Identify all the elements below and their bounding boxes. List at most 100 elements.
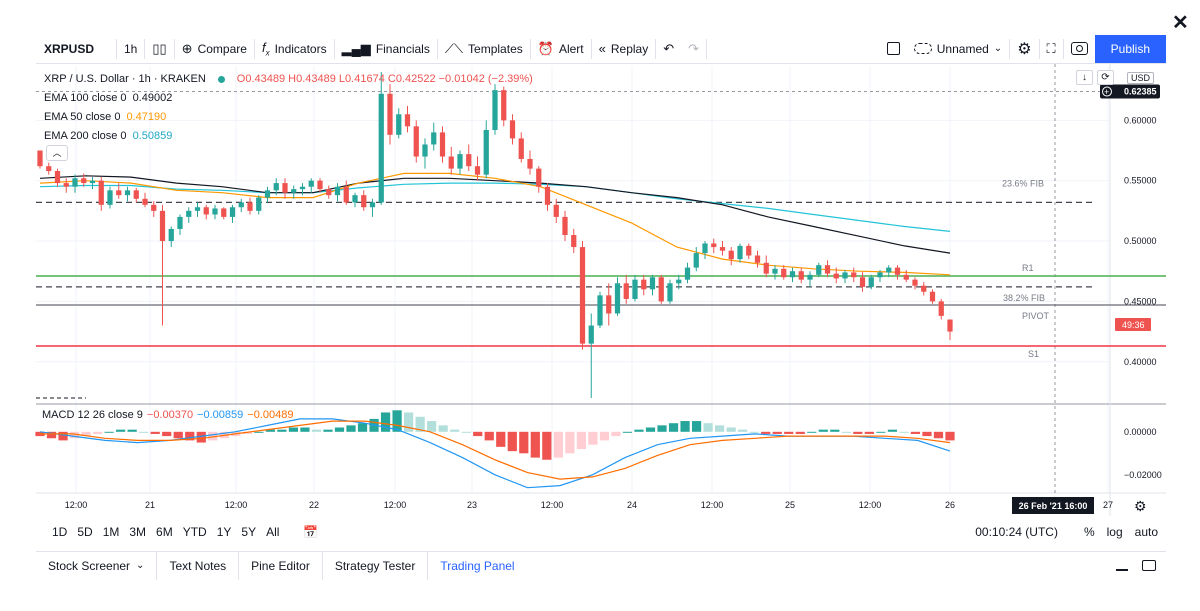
candle-body (264, 190, 271, 198)
market-open-indicator (217, 76, 225, 83)
range-bar: 1D 5D 1M 3M 6M YTD 1Y 5Y All 📅 00:10:24 … (36, 518, 1166, 546)
candle-body (754, 255, 761, 263)
candle-body (159, 210, 166, 242)
candle-body (536, 168, 542, 187)
range-3m[interactable]: 3M (125, 525, 150, 539)
candle-body (833, 273, 839, 279)
utc-clock[interactable]: 00:10:24 (UTC) (975, 525, 1058, 539)
log-toggle[interactable]: log (1107, 525, 1123, 539)
macd-histogram-bar (622, 431, 633, 433)
range-ytd[interactable]: YTD (179, 525, 211, 539)
range-all[interactable]: All (262, 525, 283, 539)
macd-histogram-bar (784, 431, 794, 434)
macd-histogram-bar (772, 431, 782, 434)
candle-body (54, 171, 61, 184)
tab-trading-panel[interactable]: Trading Panel (428, 552, 526, 580)
macd-histogram-bar (473, 431, 483, 437)
time-tick-label: 12:00 (701, 500, 724, 510)
macd-legend[interactable]: MACD 12 26 close 9 −0.00370 −0.00859 −0.… (42, 409, 293, 421)
symbol-title[interactable]: XRP / U.S. Dollar · 1h · KRAKEN (44, 70, 206, 89)
pivot-label: PIVOT (1022, 311, 1050, 321)
candle-body (63, 183, 69, 187)
candle-body (816, 265, 822, 275)
candle-body (798, 271, 804, 280)
candle-body (448, 156, 454, 169)
candle-body (212, 208, 218, 215)
tab-pine-editor[interactable]: Pine Editor (239, 551, 323, 580)
range-1y[interactable]: 1Y (213, 525, 236, 539)
time-tick-label: 23 (467, 500, 477, 510)
candle-body (221, 208, 227, 217)
macd-histogram-bar (726, 427, 736, 432)
candle-body (649, 277, 656, 290)
macd-histogram-bar (427, 421, 437, 432)
macd-label: MACD 12 26 close 9 (42, 409, 143, 421)
candle-body (273, 183, 279, 191)
range-5d[interactable]: 5D (73, 525, 96, 539)
macd-histogram-bar (404, 412, 414, 432)
macd-histogram-bar (876, 431, 886, 433)
macd-histogram-bar (450, 429, 460, 432)
time-tick-label: 12:00 (65, 500, 88, 510)
tab-label: Pine Editor (251, 558, 310, 573)
macd-histogram-bar (58, 431, 68, 441)
candle-body (781, 268, 787, 278)
range-6m[interactable]: 6M (152, 525, 177, 539)
candle-body (361, 195, 367, 208)
ema50-legend[interactable]: EMA 50 close 0 0.47190 (44, 108, 533, 127)
candle-body (658, 277, 664, 302)
macd-histogram-bar (899, 431, 909, 433)
maximize-icon[interactable] (1142, 560, 1156, 571)
macd-line (39, 418, 951, 489)
collapse-legend-button[interactable]: ︿ (46, 145, 68, 161)
auto-toggle[interactable]: auto (1135, 525, 1158, 539)
time-tick-label: 25 (785, 500, 795, 510)
percent-toggle[interactable]: % (1084, 525, 1095, 539)
time-tick-label: 22 (309, 500, 319, 510)
tab-label: Stock Screener (48, 558, 131, 573)
candle-body (256, 197, 262, 211)
candle-body (903, 274, 909, 280)
ema200-legend[interactable]: EMA 200 close 0 0.50859 (44, 127, 533, 146)
candle-body (133, 190, 139, 199)
candle-body (597, 295, 603, 326)
macd-histogram-bar (92, 431, 103, 434)
candle-body (614, 283, 621, 314)
arrow-down-icon[interactable]: ↓ (1076, 70, 1093, 85)
candle-body (422, 144, 428, 157)
ohlc-values: O0.43489 H0.43489 L0.41674 C0.42522 −0.0… (236, 73, 533, 85)
currency-tag[interactable]: USD (1127, 72, 1155, 84)
macd-histogram-bar (715, 425, 725, 432)
minimize-icon[interactable] (1116, 568, 1128, 571)
refresh-icon[interactable]: ⟳ (1097, 70, 1114, 85)
candle-body (728, 250, 734, 260)
candle-body (282, 183, 288, 193)
candle-body (877, 272, 883, 278)
tab-stock-screener[interactable]: Stock Screener ⌄ (36, 551, 158, 580)
candle-body (238, 202, 244, 208)
candle-body (352, 195, 358, 203)
macd-histogram-bar (795, 431, 805, 434)
candle-body (676, 279, 682, 284)
tab-text-notes[interactable]: Text Notes (157, 551, 240, 580)
macd-histogram-bar (657, 425, 667, 432)
tab-strategy-tester[interactable]: Strategy Tester (323, 551, 429, 580)
macd-histogram-bar (922, 431, 932, 437)
candle-body (247, 202, 253, 211)
range-1m[interactable]: 1M (99, 525, 124, 539)
candle-body (466, 154, 472, 167)
date-range-icon[interactable]: 📅 (299, 525, 322, 539)
candle-body (326, 189, 332, 196)
candle-body (229, 207, 236, 217)
range-5y[interactable]: 5Y (237, 525, 260, 539)
macd-histogram-bar (818, 429, 828, 432)
macd-histogram-bar (150, 431, 160, 434)
candle-body (474, 166, 481, 175)
plus-icon: + (1104, 87, 1109, 97)
macd-histogram-bar (346, 425, 356, 432)
candle-body (334, 186, 341, 196)
candle-body (194, 207, 201, 211)
ema100-legend[interactable]: EMA 100 close 0 0.49002 (44, 89, 533, 108)
range-1d[interactable]: 1D (48, 525, 71, 539)
macd-histogram-bar (334, 427, 345, 432)
